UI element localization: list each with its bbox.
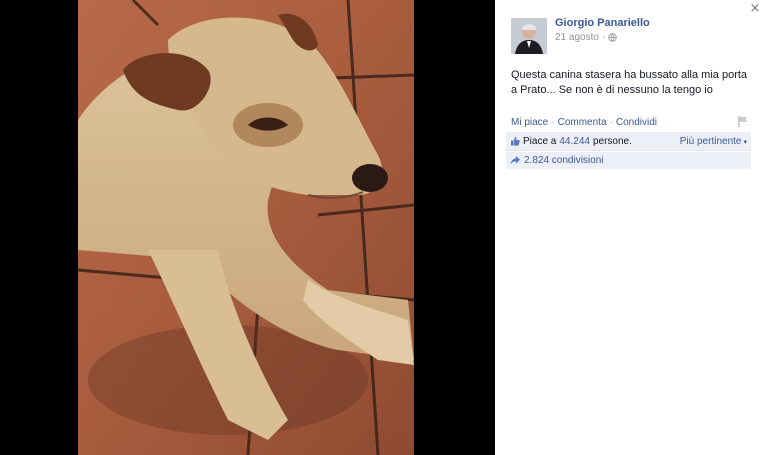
- comment-link[interactable]: Commenta: [558, 117, 607, 128]
- avatar[interactable]: [511, 18, 547, 54]
- flag-icon[interactable]: [738, 116, 748, 127]
- profile-picture: [511, 18, 547, 54]
- action-separator: ·: [609, 117, 613, 128]
- sort-dropdown[interactable]: Più pertinente ▾: [680, 136, 747, 147]
- like-link[interactable]: Mi piace: [511, 117, 548, 128]
- likes-count[interactable]: 44.244: [559, 136, 590, 147]
- share-link[interactable]: Condividi: [616, 117, 657, 128]
- post-side-panel: × Giorgio Panariello 21 agosto · Questa …: [495, 0, 768, 455]
- author-name[interactable]: Giorgio Panariello: [555, 17, 650, 29]
- chevron-down-icon: ▾: [743, 139, 747, 146]
- sort-label: Più pertinente: [679, 136, 742, 147]
- share-arrow-icon: [510, 156, 520, 165]
- dog-photo[interactable]: [78, 0, 414, 455]
- post-text: Questa canina stasera ha bussato alla mi…: [511, 69, 748, 96]
- shares-label: 2.824 condivisioni: [524, 155, 604, 166]
- likes-summary: Piace a 44.244 persone. Più pertinente ▾: [506, 132, 751, 151]
- post-date[interactable]: 21 agosto: [555, 32, 599, 43]
- shares-summary[interactable]: 2.824 condivisioni: [506, 152, 751, 169]
- action-separator: ·: [551, 117, 555, 128]
- meta-separator: ·: [601, 32, 606, 43]
- post-actions: Mi piace · Commenta · Condividi: [511, 117, 751, 128]
- thumbs-up-icon: [511, 136, 520, 146]
- scrollbar[interactable]: [761, 18, 767, 443]
- photo-viewer: × Giorgio Panariello 21 agosto · Questa …: [0, 0, 768, 455]
- likes-prefix: Piace a: [523, 135, 557, 147]
- dog-photo-illustration: [78, 0, 414, 455]
- globe-icon[interactable]: [608, 33, 618, 42]
- likes-suffix: persone.: [592, 135, 632, 147]
- close-button[interactable]: ×: [748, 2, 762, 16]
- post-meta: 21 agosto ·: [555, 32, 618, 43]
- close-icon: ×: [749, 1, 761, 16]
- photo-stage: [0, 0, 495, 455]
